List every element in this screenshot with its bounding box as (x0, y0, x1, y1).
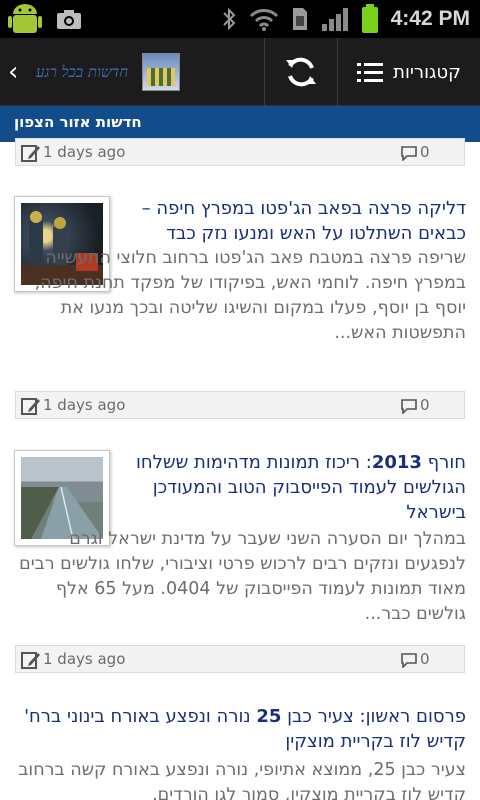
list-icon (357, 63, 384, 82)
date-label: 1 days ago (43, 396, 126, 414)
article-summary: שריפה פרצה במטבח פאב הג'פטו ברחוב חלוצי … (34, 248, 466, 343)
signal-icon (321, 8, 348, 31)
title-number: 25 (256, 706, 282, 727)
categories-label: קטגוריות (393, 61, 461, 83)
battery-icon (361, 4, 378, 33)
app-logo-image (142, 53, 181, 91)
article-item[interactable]: חורף 2013: ריכוז תמונות מדהימות ששלחו הג… (14, 450, 466, 525)
comment-count: 0 (420, 396, 430, 414)
app-logo-text: חדשות בכל רגע (36, 62, 129, 81)
edit-icon (21, 145, 40, 162)
article-body: במהלך יום הסערה השני שעבר על מדינת ישראל… (14, 527, 466, 627)
article-item[interactable]: דליקה פרצה בפאב הג'פטו במפרץ חיפה – כבאי… (14, 196, 466, 246)
article-title[interactable]: פרסום ראשון: צעיר כבן 25 נורה ונפצע באור… (14, 704, 466, 754)
edit-icon (21, 652, 40, 669)
section-title: חדשות אזור הצפון (14, 113, 142, 131)
article-title[interactable]: חורף 2013: ריכוז תמונות מדהימות ששלחו הג… (118, 450, 466, 525)
refresh-icon (286, 57, 316, 87)
article-meta: 1 days ago 0 (15, 138, 465, 166)
article-meta: 1 days ago 0 (15, 391, 465, 419)
title-prefix: פרסום ראשון: צעיר כבן (281, 706, 466, 727)
wifi-icon (249, 9, 278, 31)
bluetooth-icon (222, 7, 236, 31)
article-body: שריפה פרצה במטבח פאב הג'פטו ברחוב חלוצי … (14, 246, 466, 346)
refresh-button[interactable] (265, 38, 337, 106)
date-label: 1 days ago (43, 650, 126, 668)
article-title[interactable]: דליקה פרצה בפאב הג'פטו במפרץ חיפה – כבאי… (118, 196, 466, 246)
section-header: חדשות אזור הצפון (0, 106, 480, 142)
home-up-button[interactable]: ‹ חדשות בכל רגע (0, 38, 264, 106)
android-icon (8, 4, 42, 33)
sim-icon (292, 8, 307, 30)
comment-icon (401, 653, 417, 668)
article-summary: צעיר כבן 25, ממוצא אתיופי, נורה ונפצע בא… (18, 760, 466, 800)
clock: 4:42 PM (390, 7, 470, 30)
article-meta: 1 days ago 0 (15, 645, 465, 673)
date-label: 1 days ago (43, 143, 126, 161)
comment-count: 0 (420, 650, 430, 668)
camera-icon (57, 10, 81, 29)
chevron-left-icon: ‹ (8, 57, 19, 87)
title-prefix: חורף (421, 452, 466, 473)
edit-icon (21, 398, 40, 415)
comment-count: 0 (420, 143, 430, 161)
categories-button[interactable]: קטגוריות (338, 38, 480, 106)
comment-icon (401, 399, 417, 414)
comment-icon (401, 146, 417, 161)
title-year: 2013 (371, 452, 422, 473)
article-summary: במהלך יום הסערה השני שעבר על מדינת ישראל… (19, 529, 466, 624)
article-item[interactable]: פרסום ראשון: צעיר כבן 25 נורה ונפצע באור… (14, 704, 466, 800)
status-bar: 4:42 PM (0, 0, 480, 38)
action-bar: ‹ חדשות בכל רגע קטגוריות (0, 38, 480, 106)
